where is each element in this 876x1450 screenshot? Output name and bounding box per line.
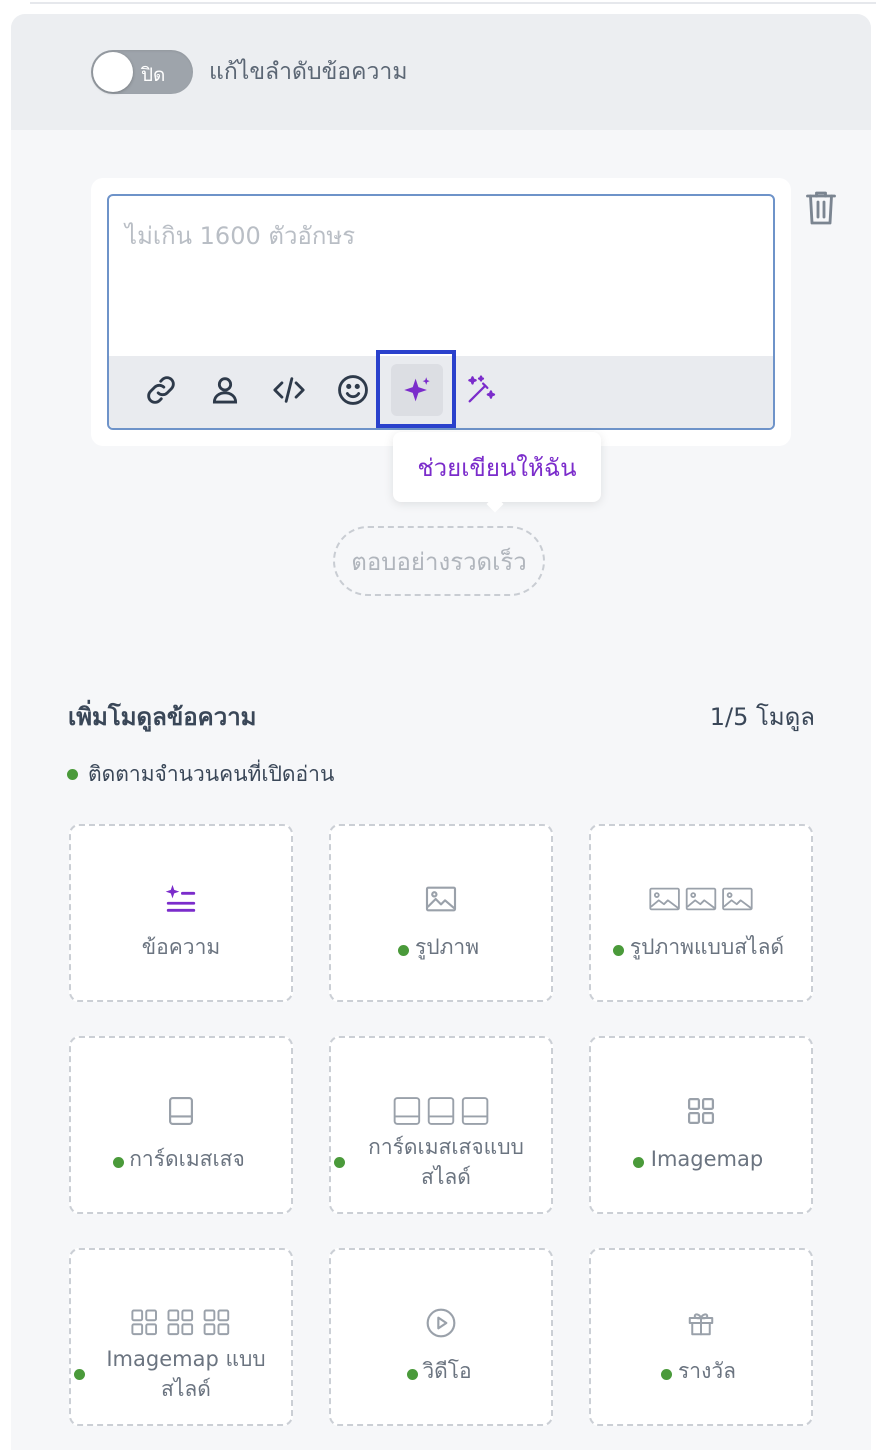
module-label-line1: การ์ดเมสเสจแบบ (368, 1135, 524, 1159)
module-card[interactable]: การ์ดเมสเสจ (69, 1036, 293, 1214)
top-divider (30, 2, 876, 4)
reorder-toggle-label: แก้ไขลำดับข้อความ (209, 59, 408, 85)
module-reward[interactable]: รางวัล (589, 1248, 813, 1426)
module-label: วิดีโอ (422, 1359, 472, 1383)
module-label-line2: สไลด์ (421, 1165, 471, 1189)
module-imagemap-carousel[interactable]: Imagemap แบบ สไลด์ (69, 1248, 293, 1426)
person-icon (212, 377, 238, 404)
tracking-legend: ติดตามจำนวนคนที่เปิดอ่าน (67, 758, 334, 791)
imagemap-icon (687, 1097, 715, 1125)
link-icon (147, 376, 175, 404)
card-icon (169, 1096, 193, 1126)
card-carousel-icon (393, 1097, 489, 1125)
smile-icon (338, 375, 368, 405)
tooltip-text: ช่วยเขียนให้ฉัน (417, 453, 577, 482)
code-button[interactable] (263, 364, 315, 416)
delete-message-button[interactable] (803, 188, 839, 228)
module-label-line1: Imagemap แบบ (106, 1347, 266, 1371)
link-button[interactable] (135, 364, 187, 416)
gift-icon (688, 1313, 714, 1336)
module-label: ข้อความ (141, 935, 221, 959)
emoji-button[interactable] (327, 364, 379, 416)
panel-header: ปิด แก้ไขลำดับข้อความ (11, 14, 871, 130)
message-editor-panel: ปิด แก้ไขลำดับข้อความ ไม่เกิน 1600 ตัวอั… (11, 14, 871, 1450)
quick-reply-label: ตอบอย่างรวดเร็ว (351, 547, 527, 576)
module-text[interactable]: ข้อความ (69, 824, 293, 1002)
magic-wand-icon (468, 375, 496, 403)
trash-icon (806, 191, 836, 225)
textarea-placeholder: ไม่เกิน 1600 ตัวอักษร (125, 222, 356, 250)
module-label-line2: สไลด์ (161, 1377, 211, 1401)
module-image-carousel[interactable]: รูปภาพแบบสไลด์ (589, 824, 813, 1002)
module-label: การ์ดเมสเสจ (129, 1147, 245, 1171)
tooltip-arrow (486, 495, 504, 513)
module-count: 1/5 โมดูล (709, 703, 815, 731)
ai-magic-button[interactable] (455, 364, 507, 416)
toggle-knob[interactable] (93, 52, 133, 92)
image-icon (425, 886, 457, 912)
module-label: Imagemap (650, 1147, 764, 1171)
reorder-toggle[interactable]: ปิด (91, 50, 193, 94)
text-ai-icon (165, 884, 196, 912)
module-image[interactable]: รูปภาพ (329, 824, 553, 1002)
toggle-state-text: ปิด (141, 64, 166, 86)
module-label: รูปภาพแบบสไลด์ (629, 935, 785, 959)
quick-reply-button[interactable]: ตอบอย่างรวดเร็ว (333, 526, 545, 596)
image-carousel-icon (649, 887, 753, 911)
add-module-title: เพิ่มโมดูลข้อความ (68, 703, 257, 731)
module-label: รางวัล (678, 1359, 736, 1383)
imagemap-carousel-icon (131, 1309, 230, 1336)
tracking-legend-text: ติดตามจำนวนคนที่เปิดอ่าน (88, 762, 335, 786)
module-imagemap[interactable]: Imagemap (589, 1036, 813, 1214)
ai-write-tooltip: ช่วยเขียนให้ฉัน (393, 432, 601, 513)
mention-button[interactable] (199, 364, 251, 416)
video-icon (426, 1308, 456, 1338)
tracking-dot (67, 769, 78, 780)
module-video[interactable]: วิดีโอ (329, 1248, 553, 1426)
code-icon (273, 377, 305, 403)
module-label: รูปภาพ (414, 935, 480, 959)
module-label: การ์ดเมสเสจแบบ สไลด์ (341, 1132, 541, 1192)
ai-button-highlight (376, 350, 456, 428)
module-card-carousel[interactable]: การ์ดเมสเสจแบบ สไลด์ (329, 1036, 553, 1214)
module-label: Imagemap แบบ สไลด์ (81, 1344, 281, 1404)
